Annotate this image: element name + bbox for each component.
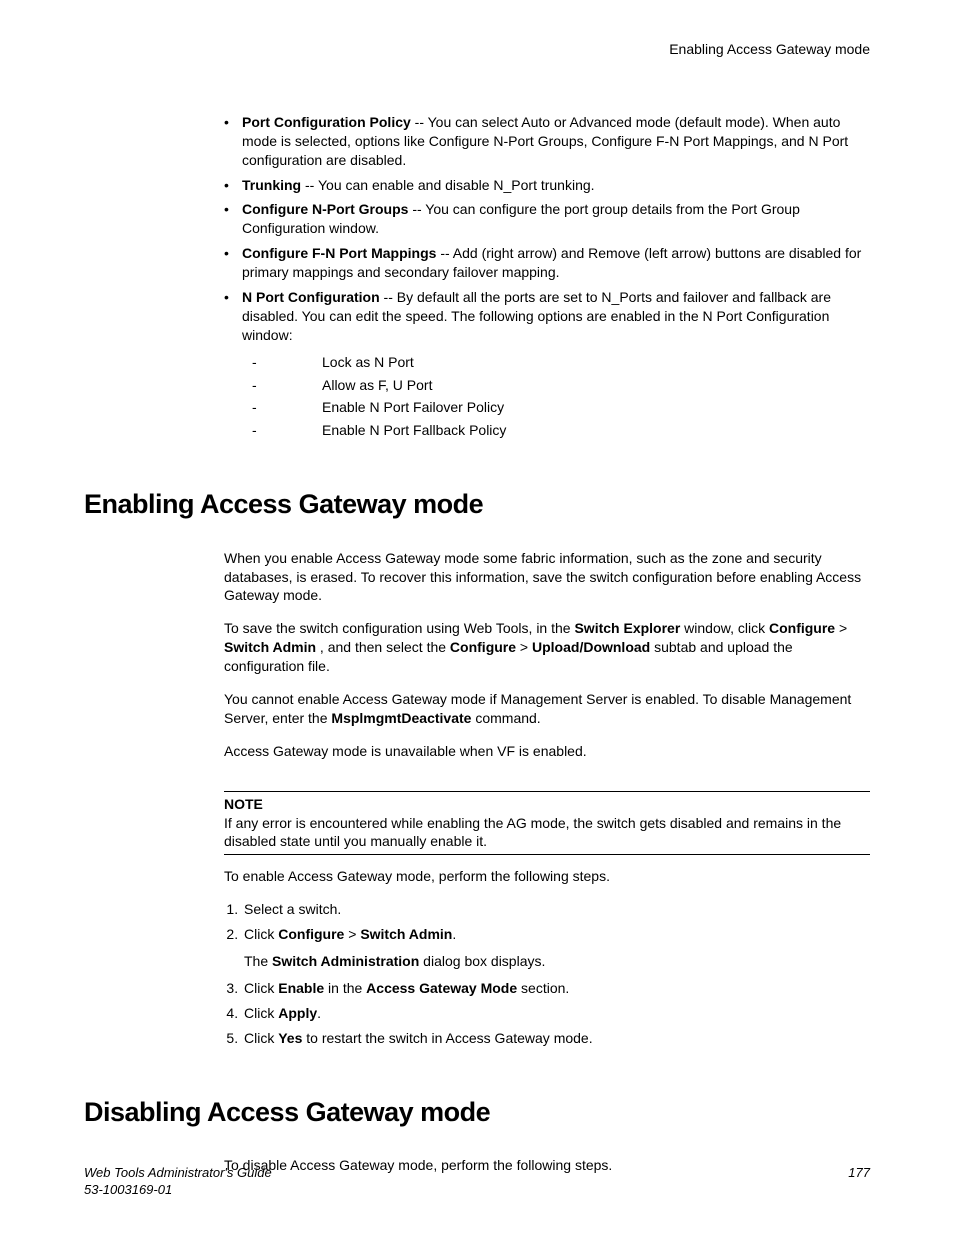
sub-lock-as-nport: Lock as N Port (252, 353, 870, 372)
step-5: Click Yes to restart the switch in Acces… (242, 1029, 870, 1048)
enable-p4: Access Gateway mode is unavailable when … (224, 742, 870, 761)
intro-bullets: Port Configuration Policy -- You can sel… (224, 113, 870, 440)
bullet-trunking: Trunking -- You can enable and disable N… (224, 176, 870, 195)
footer-title: Web Tools Administrator's Guide (84, 1164, 870, 1182)
note-block: NOTE If any error is encountered while e… (224, 791, 870, 856)
sub-allow-as-fu: Allow as F, U Port (252, 376, 870, 395)
bullet-port-config-policy: Port Configuration Policy -- You can sel… (224, 113, 870, 170)
step-2: Click Configure > Switch Admin. The Swit… (242, 925, 870, 971)
footer-page-number: 177 (848, 1164, 870, 1182)
note-rule-top (224, 791, 870, 792)
step-2-sub: The Switch Administration dialog box dis… (244, 952, 870, 971)
enable-p3: You cannot enable Access Gateway mode if… (224, 690, 870, 728)
sub-enable-fallback: Enable N Port Fallback Policy (252, 421, 870, 440)
step-4: Click Apply. (242, 1004, 870, 1023)
step-1: Select a switch. (242, 900, 870, 919)
sub-enable-failover: Enable N Port Failover Policy (252, 398, 870, 417)
steps-intro: To enable Access Gateway mode, perform t… (224, 867, 870, 886)
enable-p1: When you enable Access Gateway mode some… (224, 549, 870, 606)
note-label: NOTE (224, 796, 263, 812)
step-3: Click Enable in the Access Gateway Mode … (242, 979, 870, 998)
heading-disabling: Disabling Access Gateway mode (84, 1094, 870, 1130)
note-text: If any error is encountered while enabli… (224, 815, 841, 850)
enable-p2: To save the switch configuration using W… (224, 619, 870, 676)
page: Enabling Access Gateway mode Port Config… (0, 0, 954, 1235)
enable-steps: Select a switch. Click Configure > Switc… (224, 900, 870, 1047)
running-header: Enabling Access Gateway mode (84, 40, 870, 59)
note-rule-bottom (224, 854, 870, 855)
page-footer: Web Tools Administrator's Guide 53-10031… (84, 1164, 870, 1199)
bullet-configure-nport-groups: Configure N-Port Groups -- You can confi… (224, 200, 870, 238)
enabling-section: When you enable Access Gateway mode some… (224, 549, 870, 1048)
note-content: NOTE If any error is encountered while e… (224, 795, 870, 852)
footer-docnum: 53-1003169-01 (84, 1181, 870, 1199)
bullet-configure-fn-mappings: Configure F-N Port Mappings -- Add (righ… (224, 244, 870, 282)
bullet-nport-configuration: N Port Configuration -- By default all t… (224, 288, 870, 440)
heading-enabling: Enabling Access Gateway mode (84, 486, 870, 522)
